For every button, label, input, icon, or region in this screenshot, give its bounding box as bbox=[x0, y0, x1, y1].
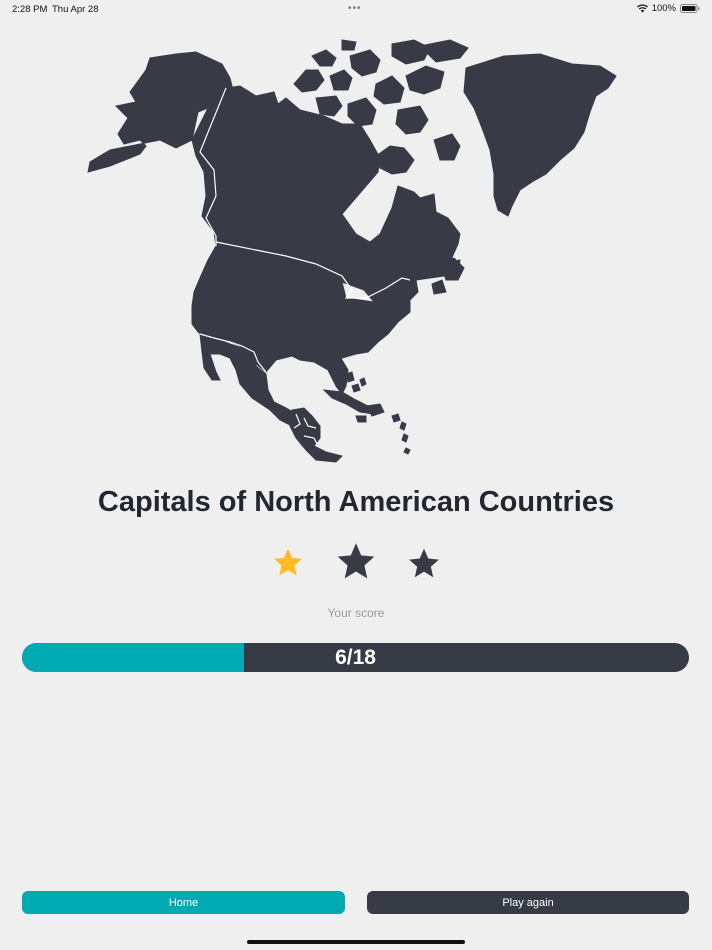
star-rating bbox=[0, 540, 712, 586]
map-region-greenland bbox=[463, 53, 617, 217]
wifi-icon bbox=[636, 4, 648, 13]
status-date: Thu Apr 28 bbox=[52, 4, 99, 15]
status-time: 2:28 PM bbox=[12, 4, 48, 15]
home-button[interactable]: Home bbox=[22, 891, 345, 914]
results-screen: 2:28 PM Thu Apr 28 ••• 100% Capitals of … bbox=[0, 0, 712, 950]
score-label: Your score bbox=[327, 606, 385, 620]
map-region-cuba bbox=[322, 389, 376, 415]
home-indicator[interactable] bbox=[247, 940, 465, 944]
star-icon bbox=[334, 540, 378, 588]
battery-percent: 100% bbox=[651, 3, 676, 14]
map-region-hispaniola bbox=[365, 403, 385, 417]
score-text: 6/18 bbox=[335, 645, 376, 669]
star-icon bbox=[406, 546, 442, 586]
star-icon bbox=[271, 546, 305, 584]
map-region-central-america bbox=[289, 407, 343, 463]
north-america-map bbox=[87, 39, 617, 463]
status-right: 100% bbox=[636, 3, 700, 14]
score-progress-bar: 6/18 bbox=[22, 643, 689, 672]
play-again-button[interactable]: Play again bbox=[367, 891, 689, 914]
quiz-title: Capitals of North American Countries bbox=[97, 486, 615, 518]
multitasking-dots[interactable]: ••• bbox=[348, 3, 362, 14]
status-bar: 2:28 PM Thu Apr 28 ••• 100% bbox=[0, 0, 712, 18]
battery-icon bbox=[680, 4, 700, 13]
